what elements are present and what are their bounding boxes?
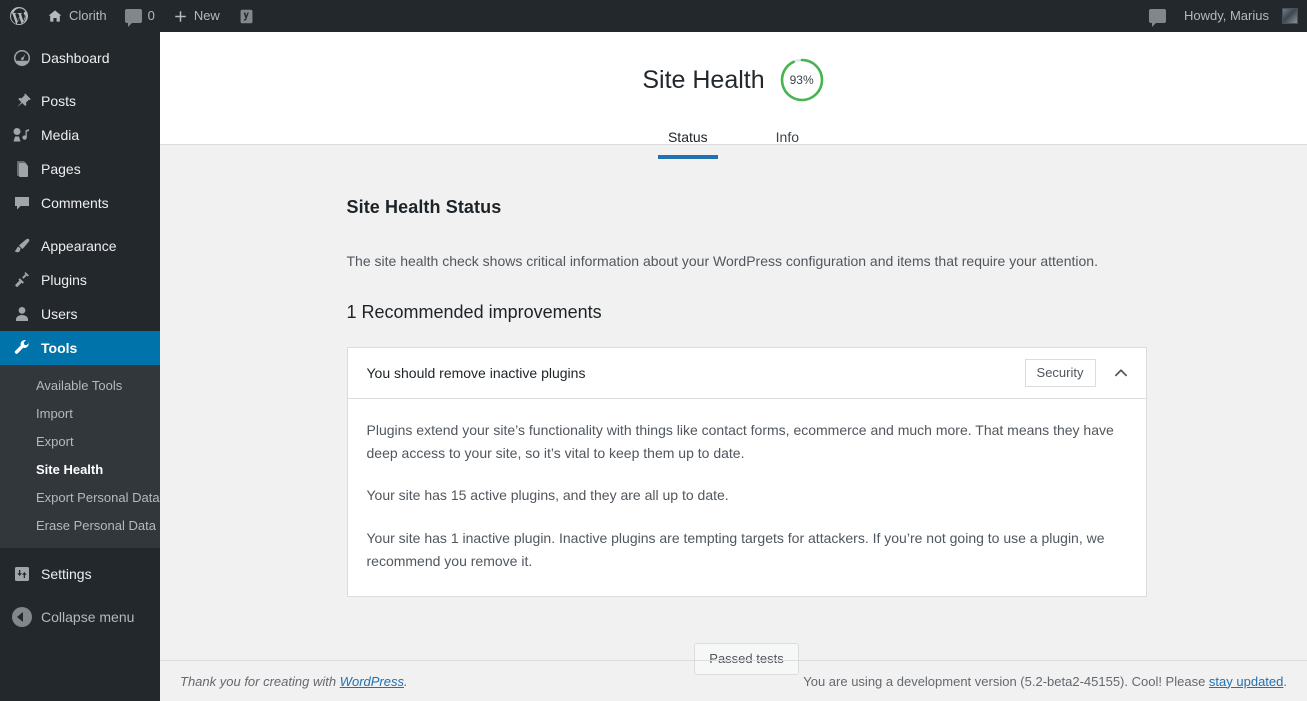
footer-thanks-prefix: Thank you for creating with — [180, 673, 340, 689]
notifications-menu[interactable] — [1140, 0, 1175, 32]
user-icon — [16, 307, 28, 321]
menu-spacer-3 — [0, 548, 160, 557]
chevron-up-glyph — [1114, 369, 1127, 377]
collapse-menu-label: Collapse menu — [41, 609, 135, 625]
media-icon — [13, 128, 29, 142]
wordpress-logo-icon — [10, 7, 28, 25]
footer-version-suffix: . — [1283, 673, 1287, 689]
yoast-seo-icon — [240, 9, 253, 23]
issue-accordion-body: Plugins extend your site’s functionality… — [348, 399, 1146, 596]
page-title: Site Health — [642, 65, 765, 94]
menu-spacer-4 — [0, 591, 160, 600]
status-description: The site health check shows critical inf… — [346, 253, 1098, 269]
pages-icon — [17, 161, 28, 177]
avatar — [1282, 8, 1298, 24]
footer-version: You are using a development version (5.2… — [803, 674, 1287, 689]
issue-paragraph: Your site has 1 inactive plugin. Inactiv… — [366, 530, 1105, 569]
sidebar-item-label: Settings — [41, 566, 92, 582]
sidebar-item-plugins[interactable]: Plugins — [0, 263, 160, 297]
sidebar-item-label: Pages — [41, 161, 81, 177]
admin-bar-right: Howdy, Marius — [1140, 0, 1307, 32]
issue-accordion-header[interactable]: You should remove inactive plugins Secur… — [347, 348, 1146, 399]
submenu-item-import[interactable]: Import — [0, 400, 160, 428]
sidebar-item-label: Tools — [41, 340, 78, 356]
wrench-icon — [14, 340, 29, 354]
pin-icon — [17, 93, 31, 107]
sidebar-item-appearance[interactable]: Appearance — [0, 229, 160, 263]
collapse-arrow-icon — [12, 607, 32, 627]
sidebar-item-settings[interactable]: Settings — [0, 557, 160, 591]
comments-count: 0 — [147, 8, 155, 23]
site-health-header: Site Health 93% Status Info — [160, 32, 1307, 159]
site-health-title-row: Site Health 93% — [160, 32, 1307, 103]
sidebar-item-label: Users — [41, 306, 78, 322]
comment-bubble-icon — [15, 197, 29, 210]
wordpress-link[interactable]: WordPress — [340, 674, 404, 689]
submenu-item-site-health[interactable]: Site Health — [0, 456, 160, 484]
comments-menu[interactable]: 0 — [116, 0, 164, 32]
stay-updated-link[interactable]: stay updated — [1209, 674, 1283, 689]
site-health-content: Site Health Status The site health check… — [160, 145, 1307, 676]
status-heading: Site Health Status — [346, 197, 502, 217]
sidebar-item-comments[interactable]: Comments — [0, 186, 160, 220]
submenu-item-export[interactable]: Export — [0, 428, 160, 456]
howdy-label: Howdy, Marius — [1183, 8, 1269, 23]
my-account-menu[interactable]: Howdy, Marius — [1175, 0, 1307, 32]
health-score-label: 93% — [789, 73, 814, 87]
plus-icon — [175, 10, 186, 22]
improvements-heading: 1 Recommended improvements — [346, 302, 602, 322]
footer-thanks-suffix: . — [404, 673, 408, 689]
content-inner: Site Health Status The site health check… — [346, 145, 1147, 676]
sidebar-item-label: Dashboard — [41, 50, 110, 66]
sidebar-item-posts[interactable]: Posts — [0, 84, 160, 118]
footer-version-prefix: You are using a development version (5.2… — [803, 673, 1209, 689]
sidebar-item-tools[interactable]: Tools — [0, 331, 168, 365]
new-content-menu[interactable]: New — [164, 0, 229, 32]
collapse-menu-button[interactable]: Collapse menu — [0, 600, 160, 634]
paintbrush-icon — [14, 238, 30, 253]
sidebar-item-label: Plugins — [41, 272, 87, 288]
menu-spacer-1 — [0, 75, 160, 84]
sidebar-item-dashboard[interactable]: Dashboard — [0, 41, 160, 75]
comment-bubble-icon — [124, 9, 142, 27]
menu-spacer-top — [0, 32, 160, 41]
status-badge: Security — [1024, 359, 1096, 387]
sidebar-item-label: Posts — [41, 93, 77, 109]
admin-footer: Thank you for creating with WordPress. Y… — [160, 660, 1307, 701]
submenu-item-erase-personal-data[interactable]: Erase Personal Data — [0, 512, 160, 540]
admin-sidebar-menu: Dashboard Posts Media Pages Comments App… — [0, 32, 168, 701]
issue-title: You should remove inactive plugins — [366, 365, 586, 381]
site-name-menu[interactable]: Clorith — [38, 0, 116, 32]
settings-sliders-icon — [15, 567, 29, 581]
admin-bar: Clorith 0 New Howdy, Marius — [0, 0, 1307, 32]
tools-submenu: Available Tools Import Export Site Healt… — [0, 365, 160, 548]
dashboard-icon — [14, 50, 30, 66]
sidebar-item-pages[interactable]: Pages — [0, 152, 160, 186]
submenu-item-available-tools[interactable]: Available Tools — [0, 372, 160, 400]
page-container: Site Health 93% Status Info Site Health … — [160, 32, 1307, 701]
issue-accordion: You should remove inactive plugins Secur… — [346, 347, 1147, 598]
chevron-up-icon[interactable] — [1108, 360, 1134, 386]
notification-bubble-icon — [1148, 9, 1166, 27]
sidebar-item-label: Comments — [41, 195, 109, 211]
issue-paragraph: Plugins extend your site’s functionality… — [366, 422, 1114, 461]
plug-icon — [15, 272, 29, 287]
home-icon — [48, 10, 62, 22]
new-content-label: New — [193, 8, 220, 23]
issue-paragraph: Your site has 15 active plugins, and the… — [366, 487, 729, 504]
sidebar-item-label: Media — [41, 127, 80, 143]
sidebar-item-media[interactable]: Media — [0, 118, 160, 152]
sidebar-item-users[interactable]: Users — [0, 297, 160, 331]
health-score-gauge: 93% — [779, 57, 825, 103]
sidebar-item-label: Appearance — [41, 238, 117, 254]
wordpress-logo-menu[interactable] — [0, 0, 38, 32]
submenu-item-export-personal-data[interactable]: Export Personal Data — [0, 484, 160, 512]
menu-spacer-2 — [0, 220, 160, 229]
yoast-seo-menu[interactable] — [229, 0, 264, 32]
site-name-label: Clorith — [69, 8, 107, 23]
footer-thanks: Thank you for creating with WordPress. — [180, 674, 408, 689]
